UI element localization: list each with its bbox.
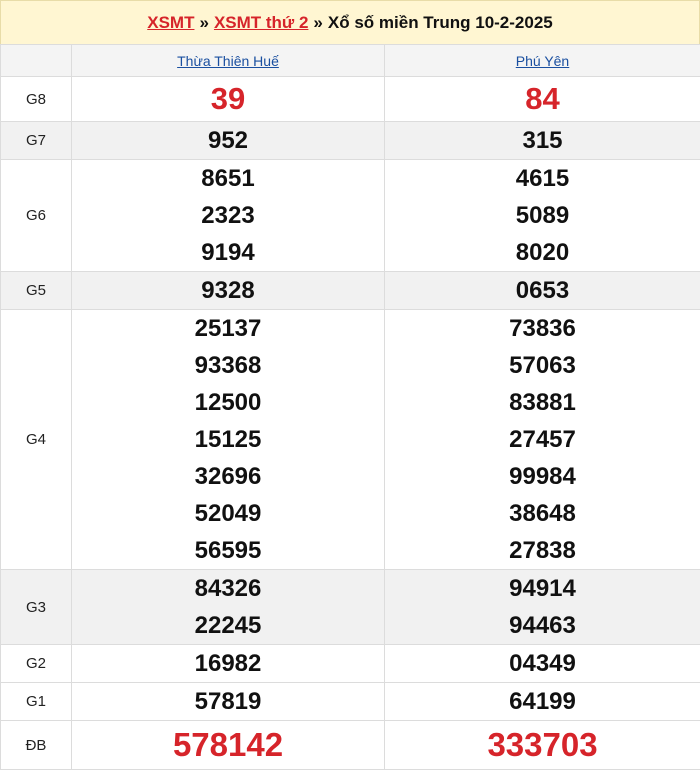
prize-cell: 84 bbox=[384, 76, 700, 122]
prize-number: 8020 bbox=[515, 239, 570, 266]
prize-number: 56595 bbox=[194, 537, 262, 564]
breadcrumb-separator: » bbox=[199, 12, 209, 32]
prize-cell: 94914 94463 bbox=[384, 569, 700, 645]
prize-cell: 73836 57063 83881 27457 99984 38648 27838 bbox=[384, 309, 700, 570]
prize-label: G1 bbox=[0, 682, 72, 721]
prize-number: 38648 bbox=[509, 500, 576, 527]
prize-label: G7 bbox=[0, 121, 72, 160]
prize-number: 22245 bbox=[194, 612, 262, 639]
table-header-row: Thừa Thiên Huế Phú Yên bbox=[0, 44, 700, 77]
prize-cell: 8651 2323 9194 bbox=[71, 159, 385, 272]
prize-number: 94914 bbox=[509, 575, 576, 602]
province-link[interactable]: Phú Yên bbox=[516, 53, 569, 69]
prize-label: G4 bbox=[0, 309, 72, 570]
prize-row: G3 84326 22245 94914 94463 bbox=[0, 569, 700, 645]
xsmt-monday-link[interactable]: XSMT thứ 2 bbox=[214, 13, 308, 33]
prize-number: 39 bbox=[210, 81, 246, 116]
prize-cell: 25137 93368 12500 15125 32696 52049 56595 bbox=[71, 309, 385, 570]
prize-row: G8 39 84 bbox=[0, 76, 700, 122]
prize-number: 84326 bbox=[194, 575, 262, 602]
prize-number: 4615 bbox=[515, 165, 570, 192]
prize-cell: 578142 bbox=[71, 720, 385, 770]
prize-cell: 4615 5089 8020 bbox=[384, 159, 700, 272]
breadcrumb: XSMT » XSMT thứ 2 » Xổ số miền Trung 10-… bbox=[0, 0, 700, 44]
prize-number: 83881 bbox=[509, 389, 576, 416]
province-header: Phú Yên bbox=[384, 44, 700, 77]
prize-cell: 333703 bbox=[384, 720, 700, 770]
province-link[interactable]: Thừa Thiên Huế bbox=[177, 53, 279, 69]
prize-number: 315 bbox=[522, 127, 563, 154]
breadcrumb-separator: » bbox=[313, 12, 323, 32]
prize-number: 9194 bbox=[201, 239, 255, 266]
prize-label: G8 bbox=[0, 76, 72, 122]
prize-number: 93368 bbox=[194, 352, 262, 379]
prize-number: 15125 bbox=[194, 426, 262, 453]
prize-number: 04349 bbox=[509, 650, 576, 677]
prize-row: G4 25137 93368 12500 15125 32696 52049 56595 738… bbox=[0, 309, 700, 570]
prize-cell: 952 bbox=[71, 121, 385, 160]
prize-number: 27457 bbox=[509, 426, 576, 453]
prize-number: 5089 bbox=[515, 202, 570, 229]
prize-label: G2 bbox=[0, 644, 72, 683]
prize-row: G6 8651 2323 9194 4615 5089 8020 bbox=[0, 159, 700, 272]
prize-cell: 84326 22245 bbox=[71, 569, 385, 645]
prize-cell: 9328 bbox=[71, 271, 385, 310]
prize-label: ĐB bbox=[0, 720, 72, 770]
prize-cell: 16982 bbox=[71, 644, 385, 683]
page-title: Xổ số miền Trung 10-2-2025 bbox=[327, 12, 553, 32]
prize-number: 12500 bbox=[194, 389, 262, 416]
prize-number: 57819 bbox=[194, 688, 262, 715]
prize-number: 32696 bbox=[194, 463, 262, 490]
prize-cell: 315 bbox=[384, 121, 700, 160]
prize-number: 84 bbox=[525, 81, 560, 116]
prize-label: G3 bbox=[0, 569, 72, 645]
prize-cell: 04349 bbox=[384, 644, 700, 683]
prize-label: G6 bbox=[0, 159, 72, 272]
province-header: Thừa Thiên Huế bbox=[71, 44, 385, 77]
prize-number: 578142 bbox=[172, 726, 284, 763]
results-table: Thừa Thiên Huế Phú Yên G8 39 84 G7 952 315 G6 8… bbox=[0, 44, 700, 770]
prize-number: 2323 bbox=[201, 202, 255, 229]
prize-row: ĐB 578142 333703 bbox=[0, 720, 700, 770]
prize-number: 94463 bbox=[509, 612, 576, 639]
prize-number: 952 bbox=[207, 127, 249, 154]
prize-number: 8651 bbox=[201, 165, 255, 192]
prize-cell: 57819 bbox=[71, 682, 385, 721]
prize-number: 333703 bbox=[487, 726, 598, 763]
prize-row: G1 57819 64199 bbox=[0, 682, 700, 721]
prize-number: 25137 bbox=[194, 315, 262, 342]
prize-row: G5 9328 0653 bbox=[0, 271, 700, 310]
results-panel: XSMT » XSMT thứ 2 » Xổ số miền Trung 10-… bbox=[0, 0, 700, 778]
prize-cell: 0653 bbox=[384, 271, 700, 310]
prize-number: 27838 bbox=[509, 537, 576, 564]
prize-row: G2 16982 04349 bbox=[0, 644, 700, 683]
prize-number: 52049 bbox=[194, 500, 262, 527]
prize-cell: 39 bbox=[71, 76, 385, 122]
prize-number: 57063 bbox=[509, 352, 576, 379]
prize-number: 0653 bbox=[515, 277, 570, 304]
prize-label: G5 bbox=[0, 271, 72, 310]
prize-row: G7 952 315 bbox=[0, 121, 700, 160]
prize-number: 16982 bbox=[194, 650, 262, 677]
xsmt-link[interactable]: XSMT bbox=[147, 13, 194, 33]
prize-number: 73836 bbox=[509, 315, 576, 342]
prize-number: 99984 bbox=[509, 463, 576, 490]
prize-cell: 64199 bbox=[384, 682, 700, 721]
header-empty-cell bbox=[0, 44, 72, 77]
prize-number: 64199 bbox=[509, 688, 576, 715]
prize-number: 9328 bbox=[201, 277, 255, 304]
